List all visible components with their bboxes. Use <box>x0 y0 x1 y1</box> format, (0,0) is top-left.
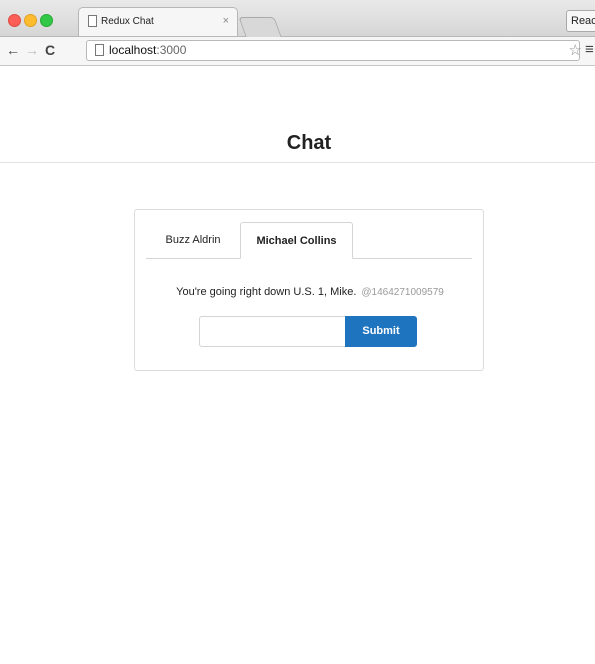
zoom-window-button[interactable] <box>40 14 53 27</box>
minimize-window-button[interactable] <box>24 14 37 27</box>
new-tab-button[interactable] <box>238 17 282 37</box>
tab-buzz-aldrin[interactable]: Buzz Aldrin <box>146 222 240 258</box>
forward-icon[interactable]: → <box>25 42 39 58</box>
message-item: You're going right down U.S. 1, Mike. @14… <box>135 286 485 298</box>
close-window-button[interactable] <box>8 14 21 27</box>
thread-tabs: Buzz Aldrin Michael Collins <box>146 222 472 259</box>
tab-strip: Redux Chat × React <box>0 0 595 37</box>
tab-title: Redux Chat <box>101 16 154 27</box>
browser-chrome: Redux Chat × React ← → C localhost:3000 … <box>0 0 595 66</box>
star-icon[interactable]: ☆ <box>569 41 582 59</box>
close-tab-icon[interactable]: × <box>223 15 229 27</box>
reload-icon[interactable]: C <box>45 42 55 58</box>
back-icon[interactable]: ← <box>6 42 20 58</box>
address-bar[interactable]: localhost:3000 ☆ <box>86 40 582 61</box>
react-extension-button[interactable]: React <box>566 10 595 32</box>
message-input[interactable] <box>199 316 346 347</box>
submit-button[interactable]: Submit <box>345 316 417 347</box>
tab-michael-collins[interactable]: Michael Collins <box>240 222 353 259</box>
page-icon <box>95 44 104 56</box>
page-icon <box>88 15 97 27</box>
page-title: Chat <box>286 132 332 154</box>
menu-icon[interactable]: ≡ <box>585 41 594 58</box>
browser-tab[interactable]: Redux Chat × <box>78 7 238 36</box>
message-text: You're going right down U.S. 1, Mike. <box>176 286 357 298</box>
url-text: localhost:3000 <box>109 43 187 57</box>
chat-card: Buzz Aldrin Michael Collins You're going… <box>134 209 484 371</box>
divider <box>0 162 595 163</box>
browser-toolbar: ← → C localhost:3000 ☆ ≡ <box>0 37 595 66</box>
message-timestamp: @1464271009579 <box>361 287 444 298</box>
